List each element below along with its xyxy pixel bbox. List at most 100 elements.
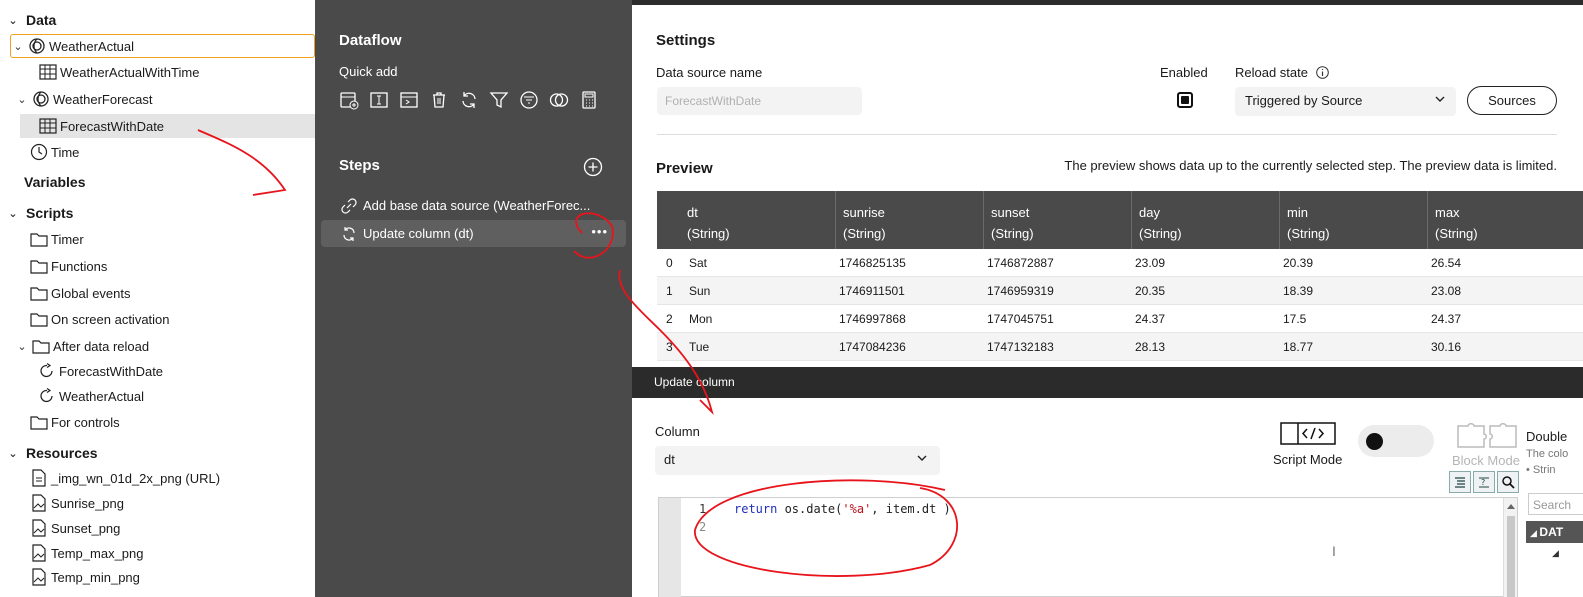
tree-section-scripts[interactable]: ⌄ Scripts xyxy=(6,201,73,225)
column-select[interactable]: dt xyxy=(655,446,940,475)
tree-item-on-screen-activation[interactable]: On screen activation xyxy=(29,307,170,331)
column-header-sunrise[interactable]: sunrise (String) xyxy=(835,191,983,249)
data-tree-label: DAT xyxy=(1539,525,1564,539)
mode-toggle[interactable] xyxy=(1358,425,1434,457)
table-cell: 20.39 xyxy=(1283,255,1314,270)
column-header-dt[interactable]: dt (String) xyxy=(679,191,835,249)
refresh-icon[interactable] xyxy=(457,88,481,112)
table-cell: 28.13 xyxy=(1135,339,1166,354)
tree-item-for-controls[interactable]: For controls xyxy=(29,410,120,434)
table-cell: 23.08 xyxy=(1431,283,1462,298)
column-header-day[interactable]: day (String) xyxy=(1131,191,1279,249)
delete-icon[interactable] xyxy=(427,88,451,112)
column-type: (String) xyxy=(843,226,886,241)
tree-item-label: Temp_max_png xyxy=(51,545,144,561)
image-file-icon xyxy=(29,519,49,537)
table-cell: 1746872887 xyxy=(987,255,1054,270)
step-update-column-dt[interactable]: Update column (dt) ••• xyxy=(321,220,626,247)
join-icon[interactable] xyxy=(547,88,571,112)
tree-item-script-weatheractual[interactable]: WeatherActual xyxy=(37,384,144,408)
format-icon[interactable] xyxy=(1449,471,1471,493)
expand-icon[interactable]: ◢ xyxy=(1552,548,1559,559)
info-icon[interactable] xyxy=(1315,65,1329,82)
tree-item-weatheractualwithtime[interactable]: WeatherActualWithTime xyxy=(38,60,199,84)
table-cell: 1746911501 xyxy=(839,283,905,298)
column-header-sunset[interactable]: sunset (String) xyxy=(983,191,1131,249)
folder-icon xyxy=(31,337,51,355)
table-cell: 26.54 xyxy=(1431,255,1462,270)
step-add-base-data-source[interactable]: Add base data source (WeatherForec... xyxy=(321,192,626,219)
tree-section-data[interactable]: ⌄ Data xyxy=(6,8,56,32)
chevron-down-icon: ⌄ xyxy=(13,40,23,53)
dataflow-title: Dataflow xyxy=(339,32,402,49)
tree-item-label: WeatherActualWithTime xyxy=(60,64,200,80)
column-header-min[interactable]: min (String) xyxy=(1279,191,1427,249)
tree-item-after-data-reload[interactable]: ⌄ After data reload xyxy=(15,334,149,358)
line-number: 1 xyxy=(699,502,707,516)
step-label: Add base data source (WeatherForec... xyxy=(363,198,591,213)
tree-item-weatherforecast[interactable]: ⌄ WeatherForecast xyxy=(15,87,152,111)
row-index: 1 xyxy=(666,283,673,298)
enabled-checkbox[interactable] xyxy=(1177,92,1193,108)
add-text-column-icon[interactable] xyxy=(367,88,391,112)
tree-item-label: After data reload xyxy=(53,338,150,354)
tree-item-weatheractual[interactable]: ⌄ WeatherActual xyxy=(10,34,315,58)
more-options-icon[interactable]: ••• xyxy=(591,224,608,239)
code-text: os.date( xyxy=(777,502,843,516)
code-line[interactable]: return os.date('%a', item.dt ) xyxy=(734,502,951,516)
code-editor[interactable]: 1 return os.date('%a', item.dt ) 2 xyxy=(658,497,1518,597)
script-mode-icon[interactable] xyxy=(1280,422,1336,446)
table-cell: 18.77 xyxy=(1283,339,1314,354)
steps-title: Steps xyxy=(339,157,380,174)
tree-item-functions[interactable]: Functions xyxy=(29,254,107,278)
chevron-down-icon: ⌄ xyxy=(17,340,27,353)
calculator-icon[interactable] xyxy=(577,88,601,112)
text-cursor-icon: I xyxy=(1332,543,1336,559)
tree-item-timer[interactable]: Timer xyxy=(29,227,84,251)
reload-state-text: Reload state xyxy=(1235,65,1308,80)
table-cell: Mon xyxy=(689,311,713,326)
block-mode-icon[interactable] xyxy=(1456,422,1518,450)
tree-item-temp-min-png[interactable]: Temp_min_png xyxy=(29,565,140,589)
help-icon[interactable]: ? xyxy=(1473,471,1495,493)
table-cell: 17.5 xyxy=(1283,311,1307,326)
tree-item-label: Temp_min_png xyxy=(51,569,140,585)
image-file-icon xyxy=(29,568,49,586)
reload-state-select[interactable]: Triggered by Source xyxy=(1235,87,1456,116)
column-type: (String) xyxy=(1139,226,1182,241)
tree-item-script-forecastwithdate[interactable]: ForecastWithDate xyxy=(37,359,163,383)
editor-scrollbar[interactable] xyxy=(1503,498,1517,597)
filter-list-icon[interactable] xyxy=(517,88,541,112)
tree-item-sunset-png[interactable]: Sunset_png xyxy=(29,516,120,540)
add-datasource-icon[interactable] xyxy=(337,88,361,112)
quick-add-label: Quick add xyxy=(339,64,398,79)
column-name: sunset xyxy=(991,205,1030,220)
tree-section-variables[interactable]: Variables xyxy=(24,170,86,194)
tree-item-resource-url[interactable]: _img_wn_01d_2x_png (URL) xyxy=(29,466,220,490)
tree-item-label: Global events xyxy=(51,285,131,301)
add-step-icon[interactable] xyxy=(583,157,603,177)
section-label: Data xyxy=(26,12,57,28)
column-header-max[interactable]: max (String) xyxy=(1427,191,1575,249)
data-source-name-input[interactable]: ForecastWithDate xyxy=(657,87,862,115)
tree-item-label: Sunset_png xyxy=(51,520,121,536)
update-column-header: Update column xyxy=(632,367,1583,398)
add-column-icon[interactable] xyxy=(397,88,421,112)
tree-item-sunrise-png[interactable]: Sunrise_png xyxy=(29,491,124,515)
chevron-down-icon: ⌄ xyxy=(8,207,18,220)
tree-item-forecastwithdate[interactable]: ForecastWithDate xyxy=(20,114,315,138)
tree-item-temp-max-png[interactable]: Temp_max_png xyxy=(29,541,144,565)
filter-icon[interactable] xyxy=(487,88,511,112)
tree-item-time[interactable]: Time xyxy=(29,140,79,164)
column-name: day xyxy=(1139,205,1160,220)
search-input[interactable]: Search xyxy=(1528,493,1583,515)
data-tree-header[interactable]: ◢ DAT xyxy=(1526,521,1583,543)
table-icon xyxy=(38,63,58,81)
tree-section-resources[interactable]: ⌄ Resources xyxy=(6,441,97,465)
sources-button[interactable]: Sources xyxy=(1467,86,1557,115)
tree-item-global-events[interactable]: Global events xyxy=(29,281,131,305)
reload-icon xyxy=(37,387,57,405)
toggle-knob xyxy=(1366,433,1383,450)
search-icon[interactable] xyxy=(1497,471,1519,493)
scrollbar-thumb[interactable] xyxy=(1507,516,1515,597)
